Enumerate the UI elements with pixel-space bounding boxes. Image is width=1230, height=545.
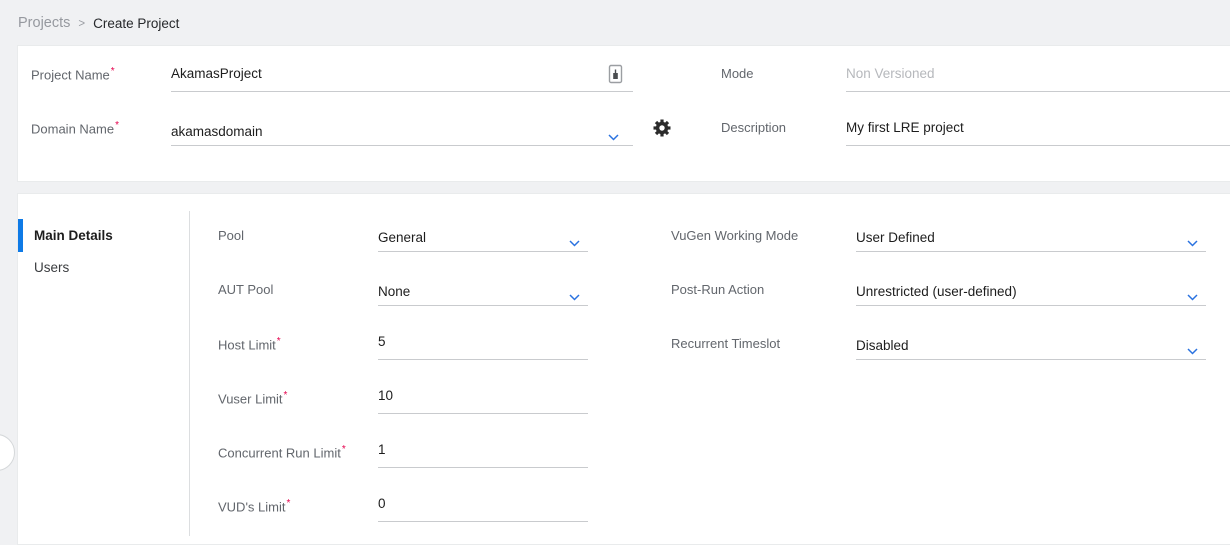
tab-users[interactable]: Users [34,260,69,275]
field-description: Description [721,113,1230,146]
field-mode: Mode [721,59,1230,92]
recurrent-timeslot-label: Recurrent Timeslot [671,336,780,351]
chevron-down-icon[interactable] [569,288,580,295]
recurrent-timeslot-value: Disabled [856,338,909,353]
pool-dropdown[interactable]: General [378,219,588,252]
vuser-limit-field [378,381,588,414]
project-header-panel: Project Name* Mode Domain Name* akamasdo… [17,45,1230,182]
host-limit-input[interactable] [378,329,588,359]
breadcrumb: Projects > Create Project [18,12,179,34]
host-limit-field [378,327,588,360]
concurrent-run-limit-label: Concurrent Run Limit* [218,444,346,460]
field-domain-name: Domain Name* akamasdomain [31,113,633,146]
concurrent-run-limit-field [378,435,588,468]
required-marker: * [342,444,346,455]
panel-collapse-handle[interactable] [0,434,15,471]
field-project-name: Project Name* [31,59,633,92]
sidebar-divider [189,211,190,536]
vuds-limit-input[interactable] [378,491,588,521]
description-label: Description [721,120,786,135]
domain-name-dropdown[interactable]: akamasdomain [171,113,633,146]
field-vuser-limit: Vuser Limit* [218,381,588,421]
field-concurrent-run-limit: Concurrent Run Limit* [218,435,588,475]
domain-name-value: akamasdomain [171,124,263,139]
mode-field [846,59,1230,92]
concurrent-run-limit-input[interactable] [378,437,588,467]
chevron-down-icon[interactable] [608,128,619,135]
domain-name-label: Domain Name* [31,120,119,136]
pool-label: Pool [218,228,244,243]
field-vuds-limit: VUD's Limit* [218,489,588,529]
vuds-limit-label: VUD's Limit* [218,498,290,514]
tab-main-details[interactable]: Main Details [34,228,113,243]
aut-pool-label: AUT Pool [218,282,273,297]
chevron-down-icon[interactable] [1187,342,1198,349]
required-marker: * [111,66,115,77]
aut-pool-dropdown[interactable]: None [378,273,588,306]
breadcrumb-separator-icon: > [78,18,85,30]
field-recurrent-timeslot: Recurrent Timeslot Disabled [671,327,1223,367]
host-limit-label: Host Limit* [218,336,281,352]
vugen-working-mode-dropdown[interactable]: User Defined [856,219,1206,252]
post-run-action-dropdown[interactable]: Unrestricted (user-defined) [856,273,1206,306]
vuser-limit-input[interactable] [378,383,588,413]
chevron-down-icon[interactable] [569,234,580,241]
vugen-working-mode-label: VuGen Working Mode [671,228,798,243]
page-title: Create Project [93,16,179,31]
active-tab-indicator [18,219,23,252]
project-name-field [171,59,633,92]
vuser-limit-label: Vuser Limit* [218,390,287,406]
recurrent-timeslot-dropdown[interactable]: Disabled [856,327,1206,360]
breadcrumb-projects-link[interactable]: Projects [18,15,70,31]
required-marker: * [115,120,119,131]
required-marker: * [284,390,288,401]
chevron-down-icon[interactable] [1187,288,1198,295]
mode-label: Mode [721,66,754,81]
project-name-label: Project Name* [31,66,115,82]
input-autofill-icon[interactable] [608,64,623,84]
required-marker: * [277,336,281,347]
mode-input [846,61,1230,91]
field-aut-pool: AUT Pool None [218,273,588,313]
description-input[interactable] [846,115,1230,145]
post-run-action-label: Post-Run Action [671,282,764,297]
field-post-run-action: Post-Run Action Unrestricted (user-defin… [671,273,1223,313]
aut-pool-value: None [378,284,410,299]
chevron-down-icon[interactable] [1187,234,1198,241]
project-details-panel: Main Details Users Pool General AUT Pool… [17,193,1230,545]
description-field [846,113,1230,146]
pool-value: General [378,230,426,245]
domain-settings-gear-icon[interactable] [653,119,671,137]
vuds-limit-field [378,489,588,522]
project-name-input[interactable] [171,61,633,91]
field-host-limit: Host Limit* [218,327,588,367]
field-vugen-working-mode: VuGen Working Mode User Defined [671,219,1223,259]
vugen-working-mode-value: User Defined [856,230,935,245]
required-marker: * [287,498,291,509]
field-pool: Pool General [218,219,588,259]
post-run-action-value: Unrestricted (user-defined) [856,284,1017,299]
